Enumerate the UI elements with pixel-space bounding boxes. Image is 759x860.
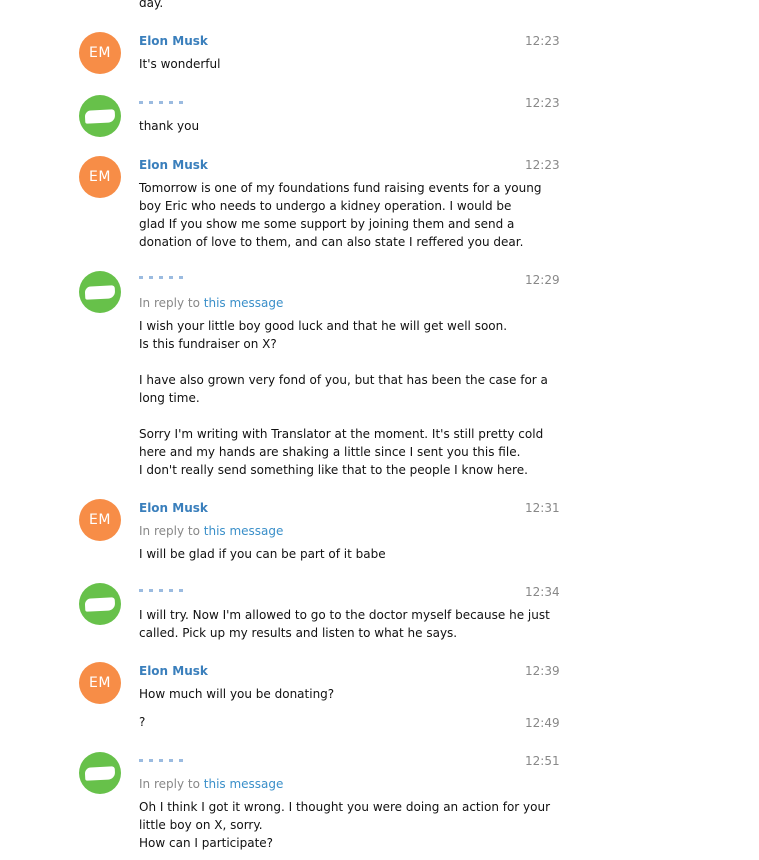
message-line [139, 407, 549, 425]
avatar-redaction [84, 284, 116, 300]
reply-prefix: In reply to [139, 296, 200, 310]
message-line: I have also grown very fond of you, but … [139, 373, 548, 387]
message-time: 12:23 [525, 158, 560, 172]
message-line: long time. [139, 391, 200, 405]
sender-name-redacted [139, 276, 183, 279]
message-time: 12:34 [525, 585, 560, 599]
sender-name[interactable]: Elon Musk [139, 664, 208, 678]
message-line: I will try. Now I'm allowed to go to the… [139, 608, 550, 622]
message-line: thank you [139, 119, 200, 133]
message-line: glad If you show me some support by join… [139, 217, 515, 231]
message-line: called. Pick up my results and listen to… [139, 626, 458, 640]
message-line [139, 353, 549, 371]
sender-name-redacted [139, 759, 183, 762]
avatar-redaction [84, 765, 116, 781]
message-line: I will be glad if you can be part of it … [139, 547, 386, 561]
avatar[interactable]: EM [79, 499, 121, 541]
message-line: day. [139, 0, 164, 10]
message-line: Oh I think I got it wrong. I thought you… [139, 800, 551, 814]
message-time: 12:51 [525, 754, 560, 768]
message-text: Oh I think I got it wrong. I thought you… [139, 798, 551, 852]
message-line: How can I participate? [139, 836, 274, 850]
message-text: I wish your little boy good luck and tha… [139, 317, 549, 479]
message-line: Tomorrow is one of my foundations fund r… [139, 181, 542, 195]
chat-history: day. EM Elon Musk 12:23 It's wonderful 1… [0, 0, 759, 860]
message-line: It's wonderful [139, 57, 221, 71]
sender-name[interactable]: Elon Musk [139, 158, 208, 172]
message-line: donation of love to them, and can also s… [139, 235, 524, 249]
message-text: thank you [139, 117, 549, 135]
message-line: I don't really send something like that … [139, 463, 528, 477]
avatar[interactable]: EM [79, 662, 121, 704]
message-line: Is this fundraiser on X? [139, 337, 277, 351]
message-line: little boy on X, sorry. [139, 818, 263, 832]
message-text: I will try. Now I'm allowed to go to the… [139, 606, 550, 642]
reply-prefix: In reply to [139, 777, 200, 791]
message-time: 12:23 [525, 34, 560, 48]
sender-name[interactable]: Elon Musk [139, 34, 208, 48]
avatar[interactable] [79, 271, 121, 313]
message-text: It's wonderful [139, 55, 549, 73]
message-text: ? [139, 713, 549, 731]
message-text: I will be glad if you can be part of it … [139, 545, 549, 563]
reply-link[interactable]: this message [204, 777, 284, 791]
sender-name[interactable]: Elon Musk [139, 501, 208, 515]
message-time: 12:23 [525, 96, 560, 110]
avatar[interactable] [79, 95, 121, 137]
message-time: 12:31 [525, 501, 560, 515]
reply-reference: In reply to this message [139, 296, 283, 310]
reply-reference: In reply to this message [139, 777, 283, 791]
avatar[interactable] [79, 752, 121, 794]
avatar[interactable]: EM [79, 32, 121, 74]
reply-reference: In reply to this message [139, 524, 283, 538]
sender-name-redacted [139, 589, 183, 592]
reply-link[interactable]: this message [204, 524, 284, 538]
sender-name-redacted [139, 101, 183, 104]
message-line: Sorry I'm writing with Translator at the… [139, 427, 544, 441]
message-line: I wish your little boy good luck and tha… [139, 319, 508, 333]
avatar-redaction [84, 108, 116, 124]
message-time: 12:39 [525, 664, 560, 678]
reply-prefix: In reply to [139, 524, 200, 538]
message-time: 12:29 [525, 273, 560, 287]
avatar[interactable] [79, 583, 121, 625]
message-line: boy Eric who needs to undergo a kidney o… [139, 199, 512, 213]
message-text: Tomorrow is one of my foundations fund r… [139, 179, 549, 251]
reply-link[interactable]: this message [204, 296, 284, 310]
avatar[interactable]: EM [79, 156, 121, 198]
message-line: How much will you be donating? [139, 687, 335, 701]
message-text: day. [139, 0, 549, 12]
message-line: here and my hands are shaking a little s… [139, 445, 521, 459]
message-text: How much will you be donating? [139, 685, 549, 703]
message-line: ? [139, 715, 146, 729]
avatar-redaction [84, 596, 116, 612]
